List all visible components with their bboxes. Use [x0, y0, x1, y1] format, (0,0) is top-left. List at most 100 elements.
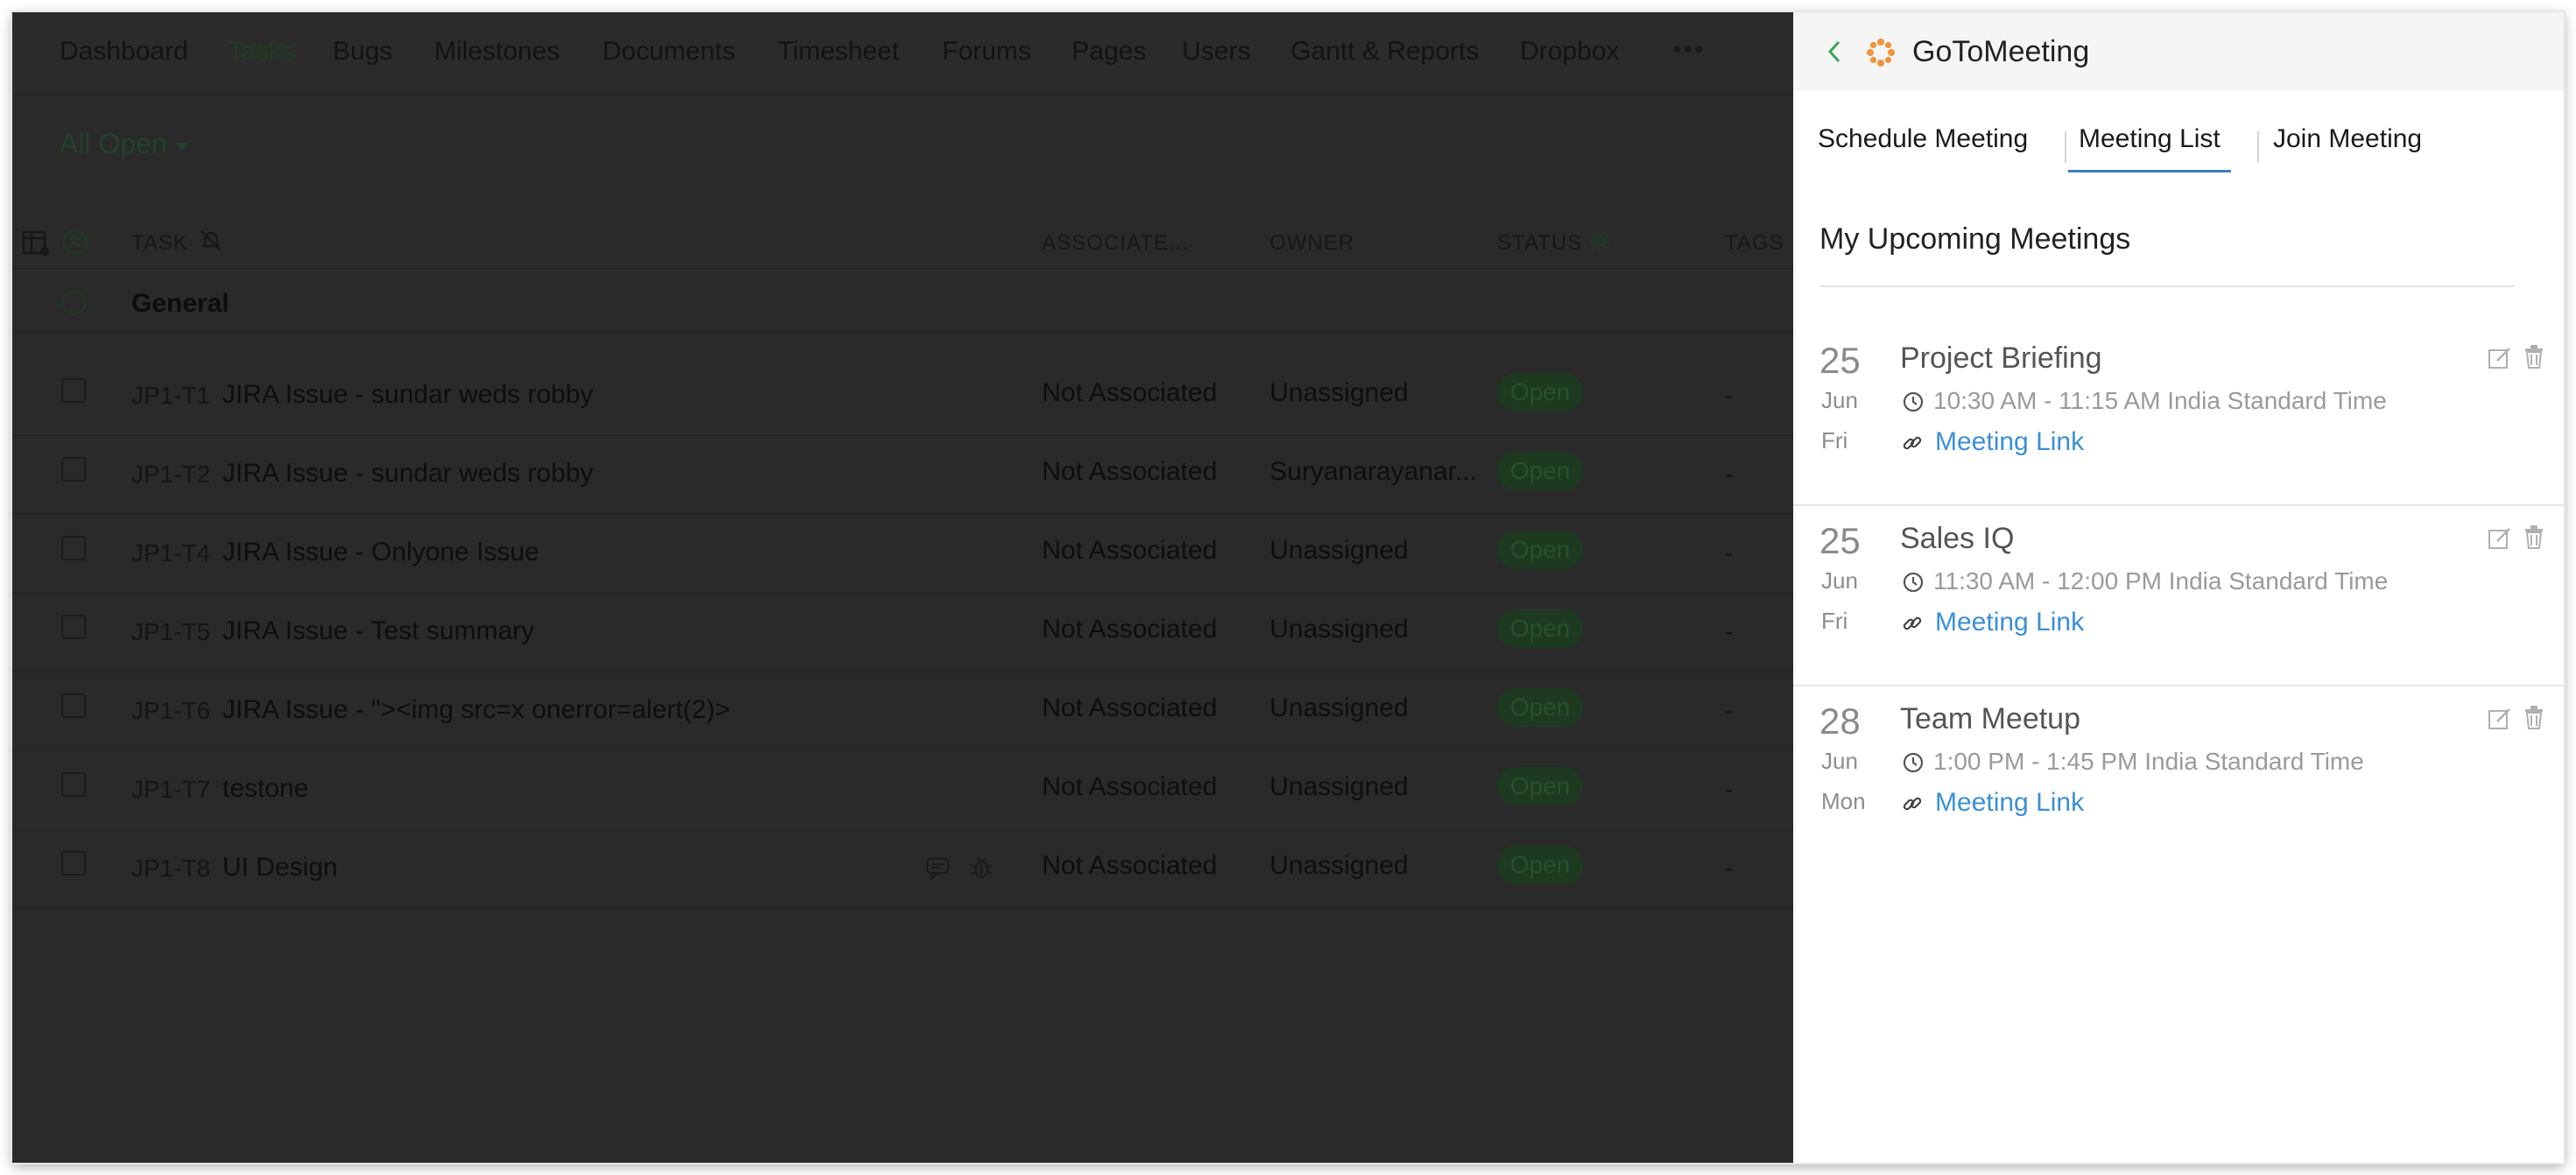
task-owner[interactable]: Suryanarayanar...: [1270, 457, 1477, 487]
trash-icon[interactable]: [2522, 343, 2546, 374]
edit-icon[interactable]: [2487, 345, 2513, 376]
nav-documents[interactable]: Documents: [602, 37, 735, 67]
upcoming-meetings-heading: My Upcoming Meetings: [1819, 222, 2131, 256]
filter-label: All Open: [60, 128, 167, 159]
nav-dropbox[interactable]: Dropbox: [1520, 37, 1619, 67]
task-owner[interactable]: Unassigned: [1270, 615, 1408, 644]
nav-milestones[interactable]: Milestones: [434, 37, 560, 67]
task-tags: -: [1725, 776, 1734, 803]
task-id: JP1-T6: [131, 697, 211, 724]
meeting-title: Sales IQ: [1900, 522, 2015, 555]
task-name[interactable]: JIRA Issue - Test summary: [222, 616, 534, 646]
task-group-general[interactable]: General: [12, 275, 1793, 333]
table-row[interactable]: JP1-T5 JIRA Issue - Test summary Not Ass…: [12, 592, 1793, 672]
row-checkbox[interactable]: [61, 615, 86, 639]
meeting-title: Project Briefing: [1900, 341, 2102, 375]
meeting-link[interactable]: Meeting Link: [1935, 608, 2084, 637]
task-name[interactable]: JIRA Issue - Onlyone Issue: [222, 538, 539, 567]
table-row[interactable]: JP1-T2 JIRA Issue - sundar weds robby No…: [12, 434, 1793, 515]
tab-schedule-meeting[interactable]: Schedule Meeting: [1818, 124, 2028, 170]
table-row[interactable]: JP1-T1 JIRA Issue - sundar weds robby No…: [12, 355, 1793, 436]
column-associated[interactable]: ASSOCIATE...: [1042, 231, 1189, 256]
status-badge[interactable]: Open: [1497, 373, 1583, 412]
nav-tasks[interactable]: Tasks: [228, 37, 295, 67]
tab-join-meeting[interactable]: Join Meeting: [2273, 124, 2422, 170]
task-owner[interactable]: Unassigned: [1270, 851, 1408, 881]
task-table-header: TASK ASSOCIATE... OWNER STATUS TAGS: [12, 219, 1793, 270]
task-tags: -: [1725, 855, 1734, 882]
bug-icon[interactable]: [968, 855, 995, 885]
column-status[interactable]: STATUS: [1497, 231, 1582, 256]
task-owner[interactable]: Unassigned: [1270, 772, 1408, 802]
meeting-link[interactable]: Meeting Link: [1935, 427, 2084, 457]
edit-icon[interactable]: [2487, 525, 2513, 556]
task-owner[interactable]: Unassigned: [1270, 536, 1408, 566]
status-badge[interactable]: Open: [1497, 688, 1583, 727]
comment-icon[interactable]: [925, 855, 951, 885]
row-checkbox[interactable]: [61, 693, 86, 718]
meeting-month: Jun: [1821, 387, 1858, 413]
nav-dashboard[interactable]: Dashboard: [60, 37, 188, 67]
chevron-left-icon[interactable]: [1825, 39, 1844, 69]
nav-bugs[interactable]: Bugs: [333, 37, 392, 67]
gotomeeting-panel: GoToMeeting Schedule Meeting Meeting Lis…: [1793, 12, 2564, 1163]
task-associated: Not Associated: [1042, 457, 1218, 486]
meeting-day: 28: [1819, 700, 1861, 742]
top-navigation: Dashboard Tasks Bugs Milestones Document…: [12, 12, 1793, 95]
task-associated: Not Associated: [1042, 772, 1218, 801]
meeting-title: Team Meetup: [1900, 702, 2080, 735]
column-tags[interactable]: TAGS: [1725, 231, 1784, 256]
group-collapse-icon[interactable]: [61, 291, 86, 315]
task-name[interactable]: JIRA Issue - sundar weds robby: [222, 380, 594, 410]
meeting-link[interactable]: Meeting Link: [1935, 788, 2084, 818]
task-id: JP1-T2: [131, 461, 211, 488]
edit-icon[interactable]: [2487, 706, 2513, 736]
panel-title: GoToMeeting: [1912, 35, 2090, 68]
row-checkbox[interactable]: [61, 536, 86, 560]
trash-icon[interactable]: [2522, 704, 2546, 735]
row-checkbox[interactable]: [61, 457, 86, 482]
nav-forums[interactable]: Forums: [942, 37, 1031, 67]
nav-gantt-reports[interactable]: Gantt & Reports: [1291, 37, 1479, 67]
task-associated: Not Associated: [1042, 378, 1218, 407]
table-row[interactable]: JP1-T4 JIRA Issue - Onlyone Issue Not As…: [12, 513, 1793, 594]
row-checkbox[interactable]: [61, 772, 86, 797]
status-badge[interactable]: Open: [1497, 609, 1583, 648]
task-name[interactable]: UI Design: [222, 853, 338, 883]
gotomeeting-logo-icon: [1865, 37, 1897, 73]
task-id: JP1-T4: [131, 539, 211, 566]
view-filter-dropdown[interactable]: All Open: [60, 128, 188, 160]
status-badge[interactable]: Open: [1497, 531, 1583, 569]
task-tags: -: [1725, 618, 1734, 645]
tab-meeting-list[interactable]: Meeting List: [2068, 124, 2231, 172]
nav-more-icon[interactable]: •••: [1672, 35, 1706, 65]
status-badge[interactable]: Open: [1497, 846, 1583, 884]
table-row[interactable]: JP1-T7 testone Not Associated Unassigned…: [12, 749, 1793, 830]
nav-users[interactable]: Users: [1182, 37, 1250, 67]
task-id: JP1-T7: [131, 776, 211, 803]
task-owner[interactable]: Unassigned: [1270, 378, 1408, 408]
task-tags: -: [1725, 461, 1734, 488]
task-name[interactable]: JIRA Issue - sundar weds robby: [222, 459, 594, 489]
row-checkbox[interactable]: [61, 851, 86, 876]
status-badge[interactable]: Open: [1497, 767, 1583, 806]
reminder-bell-icon[interactable]: [198, 228, 224, 258]
table-row[interactable]: JP1-T6 JIRA Issue - "><img src=x onerror…: [12, 671, 1793, 751]
clock-icon: [1902, 390, 1925, 418]
collapse-all-icon[interactable]: [61, 228, 89, 260]
trash-icon[interactable]: [2522, 524, 2546, 554]
nav-pages[interactable]: Pages: [1072, 37, 1146, 67]
column-settings-icon[interactable]: [21, 228, 51, 262]
column-task[interactable]: TASK: [131, 231, 188, 256]
task-name[interactable]: testone: [222, 774, 308, 804]
task-name[interactable]: JIRA Issue - "><img src=x onerror=alert(…: [222, 695, 730, 725]
meeting-month: Jun: [1821, 748, 1858, 774]
row-checkbox[interactable]: [61, 378, 86, 403]
caret-down-icon: [175, 142, 188, 150]
task-owner[interactable]: Unassigned: [1270, 693, 1408, 723]
nav-timesheet[interactable]: Timesheet: [778, 37, 899, 67]
status-badge[interactable]: Open: [1497, 452, 1583, 490]
column-owner[interactable]: OWNER: [1270, 231, 1355, 256]
status-settings-icon[interactable]: [1588, 229, 1611, 257]
table-row[interactable]: JP1-T8 UI Design Not Associated Unassign…: [12, 828, 1793, 909]
